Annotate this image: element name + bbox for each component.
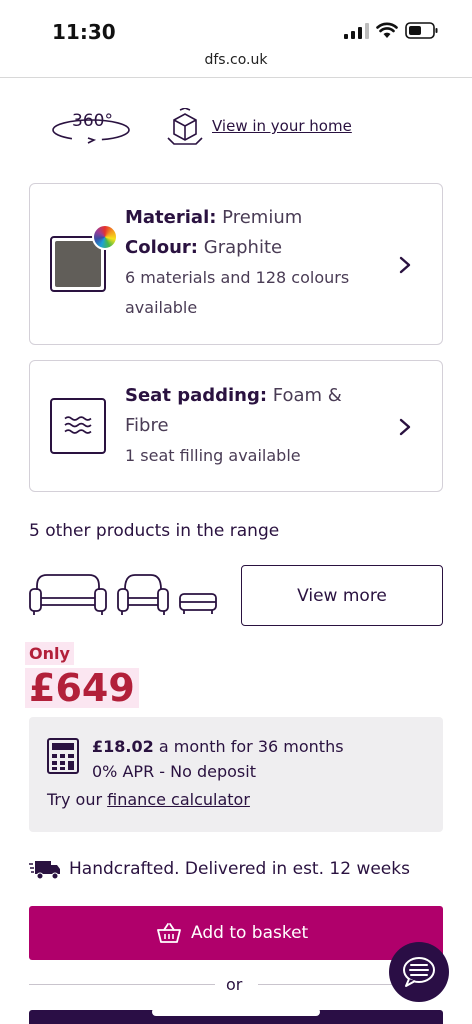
colour-label: Colour: [125,237,199,258]
finance-calculator-prefix: Try our [47,790,103,809]
finance-apr: 0% APR - No deposit [92,762,256,781]
finance-monthly-text: a month for 36 months [158,737,344,756]
finance-monthly: £18.02 a month for 36 months [92,737,344,756]
rotate-360-label[interactable]: 360° [72,111,113,131]
address-bar[interactable]: dfs.co.uk [0,52,472,68]
material-options-text: 6 materials and 128 colours available [125,268,350,317]
add-to-basket-label: Add to basket [191,923,309,943]
view-more-button[interactable]: View more [241,565,443,626]
delivery-truck-icon [29,861,60,880]
chat-bubble-icon [403,957,435,987]
price-amount: £649 [25,668,139,708]
signal-icon [344,23,369,39]
seat-padding-selector[interactable]: Seat padding: Foam & Fibre 1 seat fillin… [29,360,443,492]
add-to-basket-button[interactable]: Add to basket [29,906,443,960]
finance-box: £18.02 a month for 36 months 0% APR - No… [29,717,443,832]
colour-wheel-icon [92,224,118,250]
armchair-icon[interactable] [117,572,169,616]
finance-monthly-amount: £18.02 [92,737,154,756]
view-in-home-icon[interactable] [166,108,204,146]
divider-left [29,984,215,985]
padding-details: Seat padding: Foam & Fibre 1 seat fillin… [125,381,375,471]
address-divider [0,77,472,78]
range-title: 5 other products in the range [29,521,280,541]
padding-waves-icon [50,398,106,454]
material-colour-selector[interactable]: Material: Premium Colour: Graphite 6 mat… [29,183,443,345]
padding-label: Seat padding: [125,385,268,406]
chevron-right-icon [399,418,411,436]
padding-options-text: 1 seat filling available [125,446,301,465]
chevron-right-icon [399,256,411,274]
status-bar: 11:30 [0,0,472,48]
finance-calculator-row: Try our finance calculator [47,790,250,809]
browser-toolbar-handle [152,1008,320,1016]
calculator-icon [47,738,79,774]
chat-button[interactable] [389,942,449,1002]
basket-icon [157,923,181,943]
footstool-icon[interactable] [179,592,217,616]
sofa-icon[interactable] [29,572,107,616]
price-prefix: Only [25,642,74,665]
or-separator: or [226,975,243,994]
material-label: Material: [125,207,217,228]
battery-icon [405,22,438,39]
material-value: Premium [222,207,303,228]
colour-value: Graphite [203,237,283,258]
delivery-text: Handcrafted. Delivered in est. 12 weeks [69,859,410,879]
view-in-home-link[interactable]: View in your home [212,117,352,135]
wifi-icon [376,22,398,38]
material-details: Material: Premium Colour: Graphite 6 mat… [125,203,375,323]
status-time: 11:30 [52,20,116,44]
finance-calculator-link[interactable]: finance calculator [107,790,250,809]
